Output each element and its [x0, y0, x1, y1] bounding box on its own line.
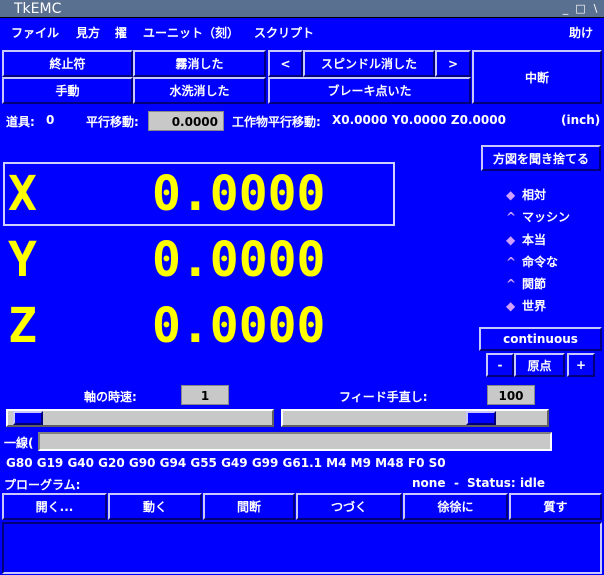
axis-x-position[interactable]: 0.0000 — [152, 164, 325, 224]
menu-settings[interactable]: 擢 — [115, 18, 127, 48]
menu-scripts[interactable]: スクリプト — [254, 18, 314, 48]
menu-bar: ファイル 見方 擢 ユーニット（刻） スクリプト 助け — [0, 18, 604, 48]
program-label: プローグラム: — [4, 478, 81, 492]
radio-machine[interactable]: ^ マッシン — [506, 208, 570, 225]
jog-minus-button[interactable]: - — [486, 353, 514, 377]
axis-speed-slider[interactable] — [6, 409, 274, 427]
spindle-increase-button[interactable]: > — [435, 50, 471, 77]
menu-help[interactable]: 助け — [569, 18, 593, 48]
window-title: TkEMC — [14, 1, 62, 17]
resume-button[interactable]: つづく — [296, 493, 402, 520]
axis-x-name[interactable]: X — [8, 164, 37, 224]
status-value: idle — [520, 476, 545, 490]
radio-unselected-icon: ^ — [506, 277, 517, 291]
home-button[interactable]: 原点 — [514, 353, 565, 377]
maximize-icon[interactable]: □ — [573, 1, 588, 16]
axis-y-name[interactable]: Y — [8, 230, 37, 290]
axis-speed-slider-thumb[interactable] — [13, 411, 43, 425]
axis-z-position[interactable]: 0.0000 — [152, 296, 325, 356]
pause-button[interactable]: 間断 — [203, 493, 295, 520]
menu-units[interactable]: ユーニット（刻） — [143, 18, 239, 48]
mdi-input[interactable] — [38, 432, 552, 451]
program-file: none — [412, 476, 446, 490]
radio-actual[interactable]: ◆ 本当 — [506, 231, 546, 248]
coolant-off-button[interactable]: 水洗消した — [133, 77, 266, 104]
axis-speed-label: 軸の時速: — [84, 390, 137, 404]
radio-world[interactable]: ◆ 世界 — [506, 297, 546, 314]
active-gcodes: G80 G19 G40 G20 G90 G94 G55 G49 G99 G61.… — [6, 456, 446, 470]
status-label: Status: — [467, 476, 516, 490]
menu-file[interactable]: ファイル — [11, 18, 59, 48]
offset-field: 0.0000 — [148, 111, 224, 131]
radio-selected-icon: ◆ — [506, 188, 516, 202]
verify-button[interactable]: 質す — [509, 493, 602, 520]
jog-plus-button[interactable]: + — [567, 353, 595, 377]
units-label: (inch) — [561, 113, 601, 127]
abort-button[interactable]: 中断 — [472, 50, 602, 104]
jog-mode-select[interactable]: continuous — [479, 327, 602, 351]
step-button[interactable]: 徐徐に — [403, 493, 508, 520]
spindle-off-button[interactable]: スピンドル消した — [303, 50, 435, 77]
axis-z-name[interactable]: Z — [8, 296, 37, 356]
machine-off-button[interactable]: 霧消した — [133, 50, 266, 77]
brake-on-button[interactable]: ブレーキ点いた — [268, 77, 471, 104]
spindle-decrease-button[interactable]: < — [268, 50, 303, 77]
axis-y-position[interactable]: 0.0000 — [152, 230, 325, 290]
radio-unselected-icon: ^ — [506, 255, 517, 269]
title-bar: TkEMC _ □ \ — [0, 0, 604, 18]
axis-speed-field: 1 — [181, 385, 229, 405]
discard-plot-button[interactable]: 方図を聞き捨てる — [481, 145, 601, 171]
radio-selected-icon: ◆ — [506, 233, 516, 247]
offset-label: 平行移動: — [86, 115, 139, 129]
mdi-label: 一線( — [4, 436, 34, 450]
feed-override-slider-thumb[interactable] — [466, 411, 496, 425]
radio-selected-icon: ◆ — [506, 299, 516, 313]
tool-value: 0 — [46, 113, 55, 127]
estop-button[interactable]: 終止符 — [2, 50, 133, 77]
radio-joint[interactable]: ^ 関節 — [506, 275, 546, 292]
run-button[interactable]: 動く — [108, 493, 202, 520]
menu-view[interactable]: 見方 — [76, 18, 100, 48]
manual-mode-button[interactable]: 手動 — [2, 77, 133, 104]
close-icon[interactable]: \ — [588, 1, 603, 16]
program-separator: - — [454, 476, 459, 490]
open-button[interactable]: 開く... — [2, 493, 107, 520]
feed-override-label: フィード手直し: — [339, 390, 428, 404]
radio-unselected-icon: ^ — [506, 210, 517, 224]
work-offset-label: 工作物平行移動: — [232, 115, 321, 129]
feed-override-field: 100 — [487, 385, 535, 405]
work-offset-value: X0.0000 Y0.0000 Z0.0000 — [332, 113, 506, 127]
radio-relative[interactable]: ◆ 相対 — [506, 186, 546, 203]
feed-override-slider[interactable] — [281, 409, 549, 427]
minimize-icon[interactable]: _ — [558, 1, 573, 16]
radio-commanded[interactable]: ^ 命令な — [506, 253, 558, 270]
program-text-area[interactable] — [2, 522, 602, 574]
tool-label: 道具: — [6, 115, 35, 129]
